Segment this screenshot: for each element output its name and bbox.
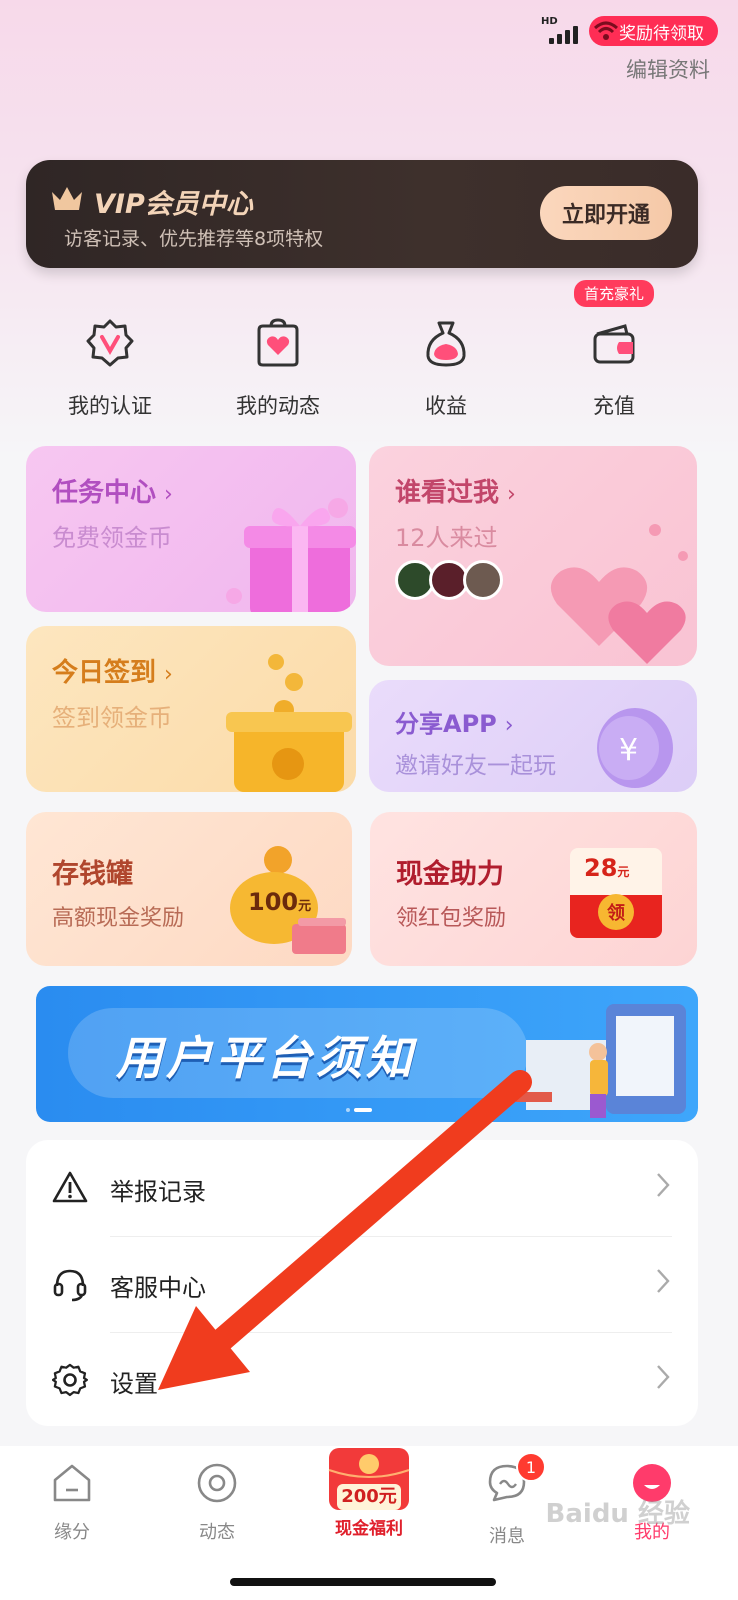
vip-center-card[interactable]: VIP会员中心 访客记录、优先推荐等8项特权 立即开通 [26, 160, 698, 268]
signin-subtitle: 签到领金币 [52, 704, 172, 732]
hearts-icon [550, 524, 688, 664]
cash-help-subtitle: 领红包奖励 [396, 906, 507, 931]
visitors-card[interactable]: 谁看过我 › 12人来过 [369, 446, 697, 666]
signin-title: 今日签到 [52, 658, 157, 688]
chevron-right-icon [657, 1365, 670, 1389]
cash-help-card[interactable]: 现金助力 领红包奖励 28元 领 [370, 812, 697, 966]
menu-item-label: 客服中心 [110, 1274, 206, 1302]
share-subtitle: 邀请好友一起玩 [395, 753, 556, 779]
tab-label: 缘分 [54, 1522, 90, 1543]
quick-action-label: 充值 [593, 394, 635, 418]
first-recharge-badge: 首充豪礼 [573, 280, 655, 307]
gift-box-icon [226, 498, 356, 612]
vip-subtitle: 访客记录、优先推荐等8项特权 [64, 228, 324, 250]
tab-cash-welfare[interactable]: 200元 现金福利 [319, 1444, 419, 1544]
piggy-title: 存钱罐 [52, 859, 133, 890]
wallet-icon [593, 324, 635, 364]
chevron-right-icon: › [164, 662, 173, 687]
task-center-card[interactable]: 任务中心 › 免费领金币 [26, 446, 356, 612]
chevron-right-icon: › [507, 482, 516, 507]
avatar [463, 560, 503, 600]
unread-badge: 1 [516, 1452, 546, 1482]
visitor-avatars [395, 560, 503, 600]
home-indicator [230, 1578, 496, 1586]
card-title: 分享APP › [395, 704, 514, 739]
vip-title: VIP会员中心 [94, 189, 253, 220]
tab-label: 现金福利 [335, 1519, 403, 1539]
piggy-amount: 100元 [248, 888, 312, 916]
crown-icon [52, 187, 82, 210]
quick-action-label: 收益 [425, 394, 467, 418]
wifi-icon [593, 21, 619, 40]
gear-icon [52, 1363, 88, 1397]
card-title: 任务中心 › [52, 472, 173, 509]
quick-actions: 我的认证 我的动态 收益 首充豪礼 充值 [26, 280, 698, 420]
moments-heart-icon [257, 318, 299, 367]
quick-action-moments[interactable]: 我的动态 [194, 300, 362, 420]
menu-item-label: 举报记录 [110, 1178, 206, 1206]
banner-pagination [346, 1108, 372, 1112]
watermark: Baidu 经验 [545, 1499, 690, 1529]
status-bar: HD 奖励待领取 [541, 14, 718, 48]
quick-action-earnings[interactable]: 收益 [362, 300, 530, 420]
cash-help-title: 现金助力 [396, 859, 504, 890]
headset-icon [53, 1269, 87, 1302]
reward-pill-label: 奖励待领取 [619, 23, 704, 44]
edit-profile-link[interactable]: 编辑资料 [626, 54, 710, 84]
moments-circle-icon [197, 1463, 237, 1503]
money-bag-icon [426, 321, 466, 367]
tab-label: 动态 [199, 1522, 235, 1543]
visitors-title: 谁看过我 [395, 478, 500, 508]
coin-box-icon [226, 654, 352, 792]
cash-amount: 200元 [337, 1484, 401, 1510]
card-title: 今日签到 › [52, 652, 173, 689]
share-title: 分享APP [395, 710, 497, 738]
chevron-right-icon [657, 1269, 670, 1293]
platform-notice-banner[interactable]: 用户平台须知 [36, 986, 698, 1122]
quick-action-verify[interactable]: 我的认证 [26, 300, 194, 420]
share-app-card[interactable]: 分享APP › 邀请好友一起玩 ¥ [369, 680, 697, 792]
piggy-subtitle: 高额现金奖励 [52, 906, 185, 931]
message-icon-wrap: 1 [486, 1452, 546, 1508]
cash-help-amount: 28元 [584, 854, 630, 882]
piggy-bank-card[interactable]: 存钱罐 高额现金奖励 100元 [26, 812, 352, 966]
menu-item-settings[interactable]: 设置 [26, 1332, 698, 1428]
reward-pending-pill[interactable]: 奖励待领取 [589, 16, 718, 46]
menu-item-report-records[interactable]: 举报记录 [26, 1140, 698, 1236]
menu-item-customer-service[interactable]: 客服中心 [26, 1236, 698, 1332]
claim-coin: 领 [598, 894, 634, 930]
quick-action-label: 我的动态 [236, 394, 320, 418]
red-envelope-icon: 28元 领 [570, 848, 662, 938]
home-icon [53, 1464, 91, 1502]
signal-icon: HD [541, 16, 581, 46]
notice-board-icon [516, 1004, 686, 1118]
banner-title: 用户平台须知 [116, 1031, 416, 1085]
tab-label: 消息 [489, 1526, 525, 1547]
task-subtitle: 免费领金币 [52, 524, 172, 552]
chevron-right-icon [657, 1173, 670, 1197]
menu-item-label: 设置 [110, 1370, 158, 1398]
card-title: 谁看过我 › [395, 472, 516, 509]
svg-text:¥: ¥ [619, 733, 638, 768]
chevron-right-icon: › [504, 713, 514, 738]
tab-fate[interactable]: 缘分 [22, 1462, 122, 1544]
task-title: 任务中心 [52, 478, 157, 508]
tab-messages[interactable]: 1 消息 [457, 1452, 557, 1548]
daily-signin-card[interactable]: 今日签到 › 签到领金币 [26, 626, 356, 792]
vip-activate-button[interactable]: 立即开通 [540, 186, 672, 240]
visitors-count: 12人来过 [395, 524, 498, 552]
tab-moments[interactable]: 动态 [167, 1462, 267, 1544]
quick-action-label: 我的认证 [68, 394, 152, 418]
warning-triangle-icon [52, 1171, 88, 1203]
coin-icon: ¥ [597, 708, 673, 788]
chevron-right-icon: › [164, 482, 173, 507]
settings-menu: 举报记录 客服中心 设置 [26, 1140, 698, 1426]
verify-badge-icon [86, 319, 134, 367]
quick-action-recharge[interactable]: 首充豪礼 充值 [530, 280, 698, 420]
